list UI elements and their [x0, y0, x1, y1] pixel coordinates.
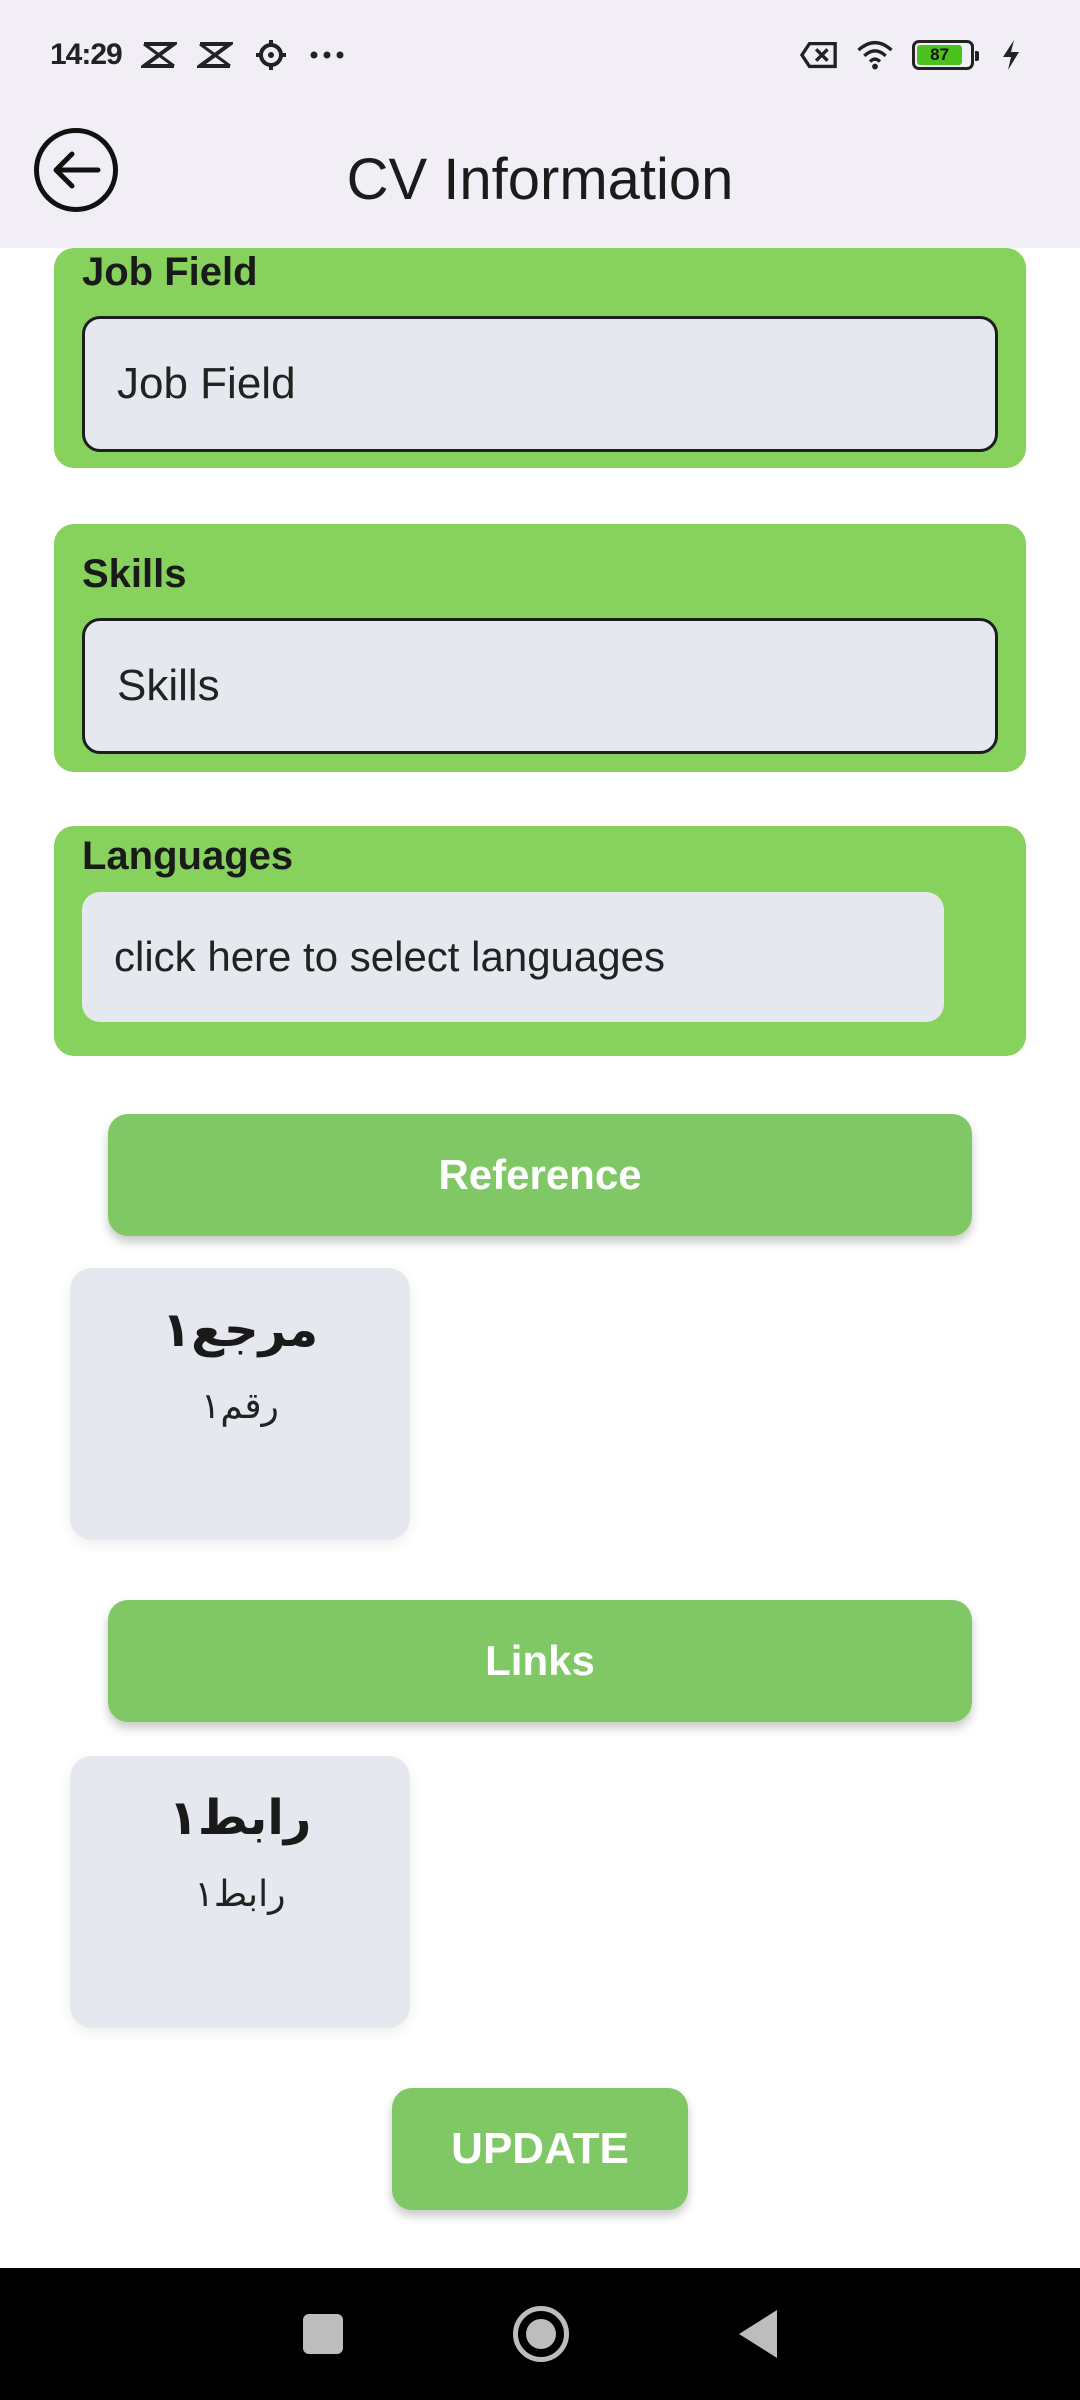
charging-icon — [992, 36, 1030, 74]
gear-icon — [252, 36, 290, 74]
skills-input[interactable]: Skills — [82, 618, 998, 754]
capcut-icon — [196, 36, 234, 74]
status-time: 14:29 — [50, 38, 123, 71]
home-icon[interactable] — [513, 2306, 569, 2362]
nav-back-icon[interactable] — [739, 2310, 777, 2358]
job-field-card: Job Field Job Field — [54, 248, 1026, 468]
job-field-input[interactable]: Job Field — [82, 316, 998, 452]
status-bar: 14:29 87 — [0, 0, 1080, 110]
link-item-card[interactable]: رابط١ رابط١ — [70, 1756, 410, 2028]
sim-off-icon — [800, 36, 838, 74]
recents-icon[interactable] — [303, 2314, 343, 2354]
job-field-label: Job Field — [82, 250, 258, 294]
link-item-title: رابط١ — [168, 1790, 312, 1846]
wifi-icon — [856, 36, 894, 74]
reference-item-subtitle: رقم١ — [201, 1386, 279, 1427]
reference-item-title: مرجع١ — [161, 1302, 319, 1358]
reference-button[interactable]: Reference — [108, 1114, 972, 1236]
more-dots-icon — [308, 36, 346, 74]
update-button[interactable]: UPDATE — [392, 2088, 688, 2210]
back-button[interactable] — [34, 128, 118, 212]
status-left: 14:29 — [50, 36, 346, 74]
app-bar: CV Information — [0, 110, 1080, 248]
languages-card: Languages click here to select languages — [54, 826, 1026, 1056]
capcut-icon — [140, 36, 178, 74]
status-right: 87 — [800, 36, 1030, 74]
battery-level: 87 — [917, 45, 963, 65]
languages-label: Languages — [82, 834, 294, 878]
links-button[interactable]: Links — [108, 1600, 972, 1722]
cv-form[interactable]: Job Field Job Field Skills Skills Langua… — [0, 248, 1080, 2268]
link-item-subtitle: رابط١ — [194, 1874, 286, 1915]
system-nav-bar — [0, 2268, 1080, 2400]
back-arrow-icon — [53, 151, 101, 189]
reference-item-card[interactable]: مرجع١ رقم١ — [70, 1268, 410, 1540]
skills-card: Skills Skills — [54, 524, 1026, 772]
battery-icon: 87 — [912, 40, 979, 70]
page-title: CV Information — [346, 146, 734, 212]
languages-select[interactable]: click here to select languages — [82, 892, 944, 1022]
skills-label: Skills — [82, 552, 187, 596]
